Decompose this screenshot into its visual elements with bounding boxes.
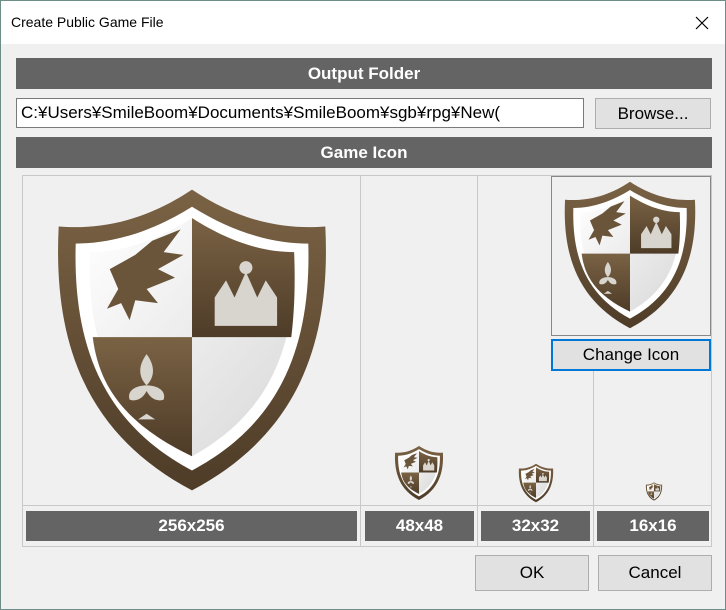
row-divider <box>23 505 711 506</box>
close-icon <box>695 16 709 29</box>
output-folder-header: Output Folder <box>16 58 712 89</box>
column-divider <box>593 371 594 546</box>
size-label-32: 32x32 <box>481 511 590 541</box>
output-path-field[interactable]: C:¥Users¥SmileBoom¥Documents¥SmileBoom¥s… <box>16 98 584 128</box>
shield-dragon-crown-icon <box>394 446 444 500</box>
column-divider <box>360 176 361 546</box>
game-icon-header: Game Icon <box>16 137 712 168</box>
window-title: Create Public Game File <box>11 14 164 30</box>
create-public-game-file-dialog: Create Public Game File Output Folder C:… <box>0 0 726 610</box>
ok-button[interactable]: OK <box>475 555 589 591</box>
size-label-16: 16x16 <box>597 511 709 541</box>
shield-dragon-crown-icon <box>518 463 554 503</box>
size-label-48: 48x48 <box>365 511 474 541</box>
browse-button[interactable]: Browse... <box>595 98 711 129</box>
change-icon-button[interactable]: Change Icon <box>551 339 711 371</box>
current-icon-preview <box>551 176 711 336</box>
title-bar: Create Public Game File <box>1 1 725 44</box>
close-button[interactable] <box>679 1 725 44</box>
cancel-button[interactable]: Cancel <box>598 555 712 591</box>
shield-dragon-crown-icon <box>564 181 696 329</box>
size-label-256: 256x256 <box>26 511 357 541</box>
column-divider <box>477 176 478 546</box>
shield-dragon-crown-icon <box>58 189 326 491</box>
shield-dragon-crown-icon <box>645 482 663 501</box>
